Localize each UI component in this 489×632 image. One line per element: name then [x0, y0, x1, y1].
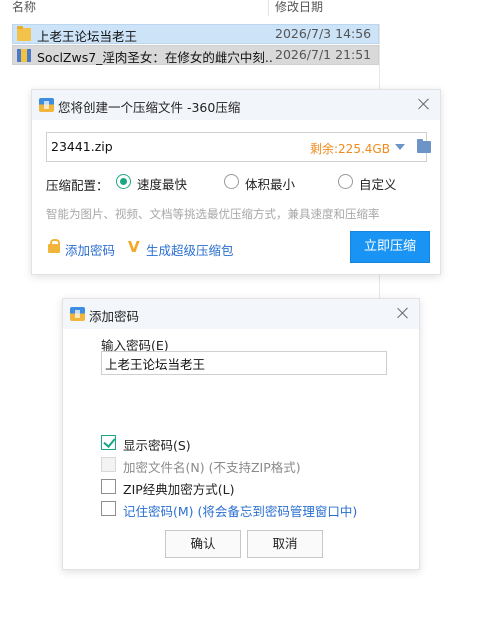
checkbox-label: 加密文件名(N) (不支持ZIP格式): [123, 460, 301, 475]
file-name: 上老王论坛当老王: [37, 29, 138, 44]
checkbox-label: 显示密码(S): [123, 438, 191, 453]
file-row[interactable]: SoclZws7_淫肉圣女：在修女的雌穴中刻... 2026/7/1 21:51: [12, 45, 379, 65]
compressor-app-icon: [39, 98, 54, 112]
browse-folder-icon[interactable]: [417, 139, 431, 153]
lock-icon: [48, 239, 60, 253]
free-space-label: 剩余:225.4GB: [310, 142, 390, 156]
checkbox-label: 记住密码(M) (将会备忘到密码管理窗口中): [123, 504, 358, 519]
vip-v-icon: V: [128, 238, 140, 256]
file-date: 2026/7/1 21:51: [275, 47, 372, 62]
compress-dialog: 您将创建一个压缩文件 -360压缩 剩余:225.4GB 压缩配置： 速度最快 …: [31, 89, 441, 275]
radio-unchecked-icon: [224, 174, 239, 189]
add-password-dialog: 添加密码 输入密码(E) 显示密码(S) 加密文件名(N) (不支持ZIP格式)…: [62, 298, 420, 570]
column-date[interactable]: 修改日期: [275, 0, 323, 15]
column-name[interactable]: 名称: [12, 0, 36, 15]
archive-name-field: 剩余:225.4GB: [46, 132, 431, 162]
column-header: 名称 修改日期: [0, 0, 489, 16]
super-package-label: 生成超级压缩包: [146, 243, 234, 258]
dialog-title: 您将创建一个压缩文件 -360压缩: [58, 100, 241, 115]
radio-label: 速度最快: [137, 177, 188, 192]
file-date: 2026/7/3 14:56: [275, 26, 372, 41]
radio-unchecked-icon: [338, 174, 353, 189]
radio-label: 体积最小: [245, 177, 296, 192]
compress-now-button[interactable]: 立即压缩: [350, 231, 430, 263]
zip-file-icon: [17, 49, 31, 62]
close-icon[interactable]: [416, 96, 432, 112]
compress-config-label: 压缩配置：: [46, 178, 109, 193]
checkbox-checked-icon: [101, 435, 116, 450]
radio-label: 自定义: [359, 177, 397, 192]
column-divider[interactable]: [268, 0, 269, 16]
compress-hint: 智能为图片、视频、文档等挑选最优压缩方式，兼具速度和压缩率: [46, 207, 380, 221]
chevron-down-icon[interactable]: [395, 144, 405, 150]
password-input[interactable]: [101, 351, 387, 375]
file-row[interactable]: 上老王论坛当老王 2026/7/3 14:56: [12, 24, 379, 44]
cancel-button[interactable]: 取消: [247, 530, 323, 558]
checkbox-disabled-icon: [101, 457, 116, 472]
folder-icon: [17, 26, 31, 41]
checkbox-unchecked-icon: [101, 501, 116, 516]
compressor-app-icon: [70, 307, 85, 321]
confirm-button[interactable]: 确认: [165, 530, 241, 558]
password-dialog-titlebar[interactable]: 添加密码: [63, 299, 419, 329]
checkbox-label: ZIP经典加密方式(L): [123, 482, 235, 497]
close-icon[interactable]: [395, 305, 411, 321]
dialog-title: 添加密码: [89, 309, 140, 324]
compress-dialog-titlebar[interactable]: 您将创建一个压缩文件 -360压缩: [32, 90, 440, 120]
file-explorer: 名称 修改日期 上老王论坛当老王 2026/7/3 14:56 SoclZws7…: [0, 0, 489, 70]
archive-name-input[interactable]: [51, 139, 271, 154]
checkbox-unchecked-icon: [101, 479, 116, 494]
file-name: SoclZws7_淫肉圣女：在修女的雌穴中刻...: [37, 50, 272, 65]
radio-checked-icon: [116, 174, 131, 189]
add-password-label: 添加密码: [65, 243, 116, 258]
